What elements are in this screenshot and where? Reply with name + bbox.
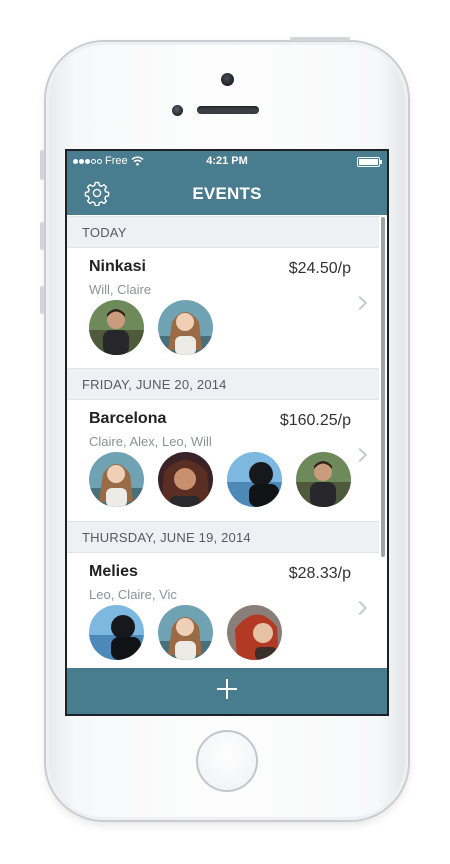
- chevron-right-icon: [352, 447, 368, 463]
- section-header-date: FRIDAY, JUNE 20, 2014: [67, 368, 379, 400]
- avatar: [227, 452, 282, 507]
- participant-avatars: [89, 300, 213, 355]
- event-participants: Claire, Alex, Leo, Will: [89, 434, 212, 449]
- event-name: Ninkasi: [89, 258, 146, 275]
- avatar: [89, 300, 144, 355]
- event-name: Barcelona: [89, 410, 167, 427]
- event-price: $24.50/p: [288, 260, 351, 277]
- bottom-toolbar: [67, 668, 387, 714]
- volume-up-button: [40, 222, 44, 250]
- event-row-barcelona[interactable]: Barcelona Claire, Alex, Leo, Will $160.2…: [67, 400, 379, 520]
- chevron-right-icon: [352, 600, 368, 616]
- avatar: [158, 300, 213, 355]
- event-participants: Will, Claire: [89, 282, 152, 297]
- avatar: [296, 452, 351, 507]
- participant-avatars: [89, 605, 282, 660]
- event-name: Melies: [89, 563, 138, 580]
- battery-icon: [357, 157, 382, 167]
- earpiece-speaker: [197, 106, 259, 114]
- navigation-header: Free 4:21 PM EVENTS: [67, 151, 387, 215]
- page-title: EVENTS: [192, 184, 262, 203]
- avatar: [89, 605, 144, 660]
- proximity-sensor: [172, 105, 183, 116]
- avatar: [227, 605, 282, 660]
- event-participants: Leo, Claire, Vic: [89, 587, 177, 602]
- avatar: [158, 452, 213, 507]
- volume-down-button: [40, 286, 44, 314]
- status-time: 4:21 PM: [206, 155, 248, 167]
- home-button[interactable]: [196, 730, 258, 792]
- participant-avatars: [89, 452, 351, 507]
- section-header-today: TODAY: [67, 216, 379, 248]
- section-header-date: THURSDAY, JUNE 19, 2014: [67, 521, 379, 553]
- event-row-ninkasi[interactable]: Ninkasi Will, Claire $24.50/p: [67, 248, 379, 368]
- event-price: $28.33/p: [288, 565, 351, 582]
- app-screen: Free 4:21 PM EVENTS TODAY Ninkasi Will, …: [67, 151, 387, 714]
- event-price: $160.25/p: [279, 412, 351, 429]
- mute-switch: [40, 150, 44, 180]
- avatar: [158, 605, 213, 660]
- chevron-right-icon: [352, 295, 368, 311]
- scroll-indicator[interactable]: [381, 217, 385, 557]
- power-button: [290, 37, 350, 41]
- avatar: [89, 452, 144, 507]
- front-camera: [221, 73, 234, 86]
- plus-icon[interactable]: [215, 677, 239, 701]
- event-row-melies[interactable]: Melies Leo, Claire, Vic $28.33/p: [67, 553, 379, 673]
